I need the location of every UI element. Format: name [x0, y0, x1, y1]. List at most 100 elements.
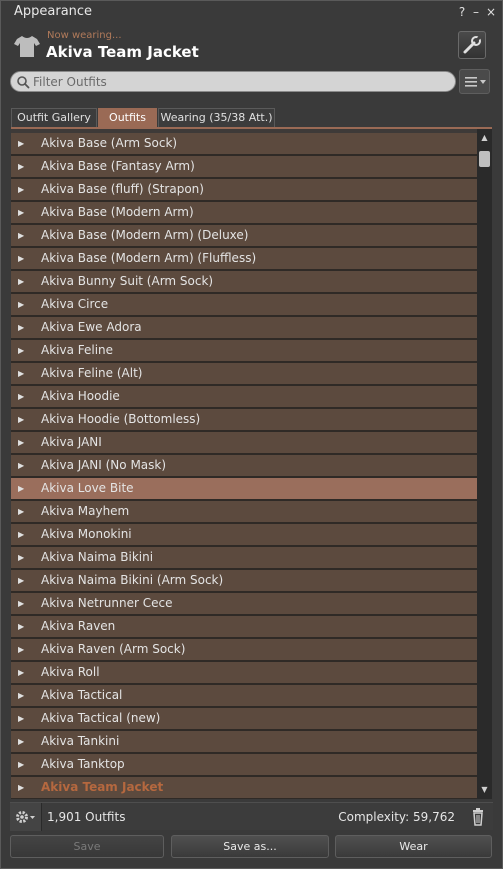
- menu-icon: [465, 77, 486, 87]
- filter-field[interactable]: [10, 71, 456, 92]
- outfit-row[interactable]: ▶ Akiva Feline: [11, 340, 477, 363]
- outfit-row[interactable]: ▶ Akiva Monokini: [11, 524, 477, 547]
- outfit-label: Akiva Naima Bikini (Arm Sock): [41, 573, 224, 587]
- minimize-button[interactable]: –: [469, 4, 483, 20]
- expand-arrow-icon[interactable]: ▶: [18, 754, 24, 775]
- outfit-row[interactable]: ▶ Akiva Base (Modern Arm) (Deluxe): [11, 225, 477, 248]
- outfit-label: Akiva Bunny Suit (Arm Sock): [41, 274, 214, 288]
- expand-arrow-icon[interactable]: ▶: [18, 616, 24, 637]
- outfit-row[interactable]: ▶ Akiva Team Jacket: [11, 777, 477, 799]
- scroll-down-arrow[interactable]: ▼: [477, 785, 492, 797]
- outfit-row[interactable]: ▶ Akiva Naima Bikini: [11, 547, 477, 570]
- outfit-row[interactable]: ▶ Akiva Base (Fantasy Arm): [11, 156, 477, 179]
- outfit-row[interactable]: ▶ Akiva Naima Bikini (Arm Sock): [11, 570, 477, 593]
- outfit-row[interactable]: ▶ Akiva Raven: [11, 616, 477, 639]
- expand-arrow-icon[interactable]: ▶: [18, 524, 24, 545]
- expand-arrow-icon[interactable]: ▶: [18, 708, 24, 729]
- expand-arrow-icon[interactable]: ▶: [18, 432, 24, 453]
- outfit-label: Akiva Base (Modern Arm): [41, 205, 194, 219]
- appearance-window: Appearance ? – × Now wearing... Akiva Te…: [0, 0, 503, 869]
- save-button[interactable]: Save: [10, 835, 164, 858]
- wear-button[interactable]: Wear: [335, 835, 492, 858]
- expand-arrow-icon[interactable]: ▶: [18, 639, 24, 660]
- outfit-row[interactable]: ▶ Akiva Base (Arm Sock): [11, 133, 477, 156]
- expand-arrow-icon[interactable]: ▶: [18, 777, 24, 798]
- tab-outfit-gallery[interactable]: Outfit Gallery: [11, 108, 97, 127]
- expand-arrow-icon[interactable]: ▶: [18, 593, 24, 614]
- expand-arrow-icon[interactable]: ▶: [18, 179, 24, 200]
- outfit-row[interactable]: ▶ Akiva Ewe Adora: [11, 317, 477, 340]
- expand-arrow-icon[interactable]: ▶: [18, 501, 24, 522]
- outfit-label: Akiva Feline (Alt): [41, 366, 143, 380]
- expand-arrow-icon[interactable]: ▶: [18, 662, 24, 683]
- outfit-row[interactable]: ▶ Akiva Tactical: [11, 685, 477, 708]
- filter-input[interactable]: [33, 74, 433, 90]
- outfit-row[interactable]: ▶ Akiva Circe: [11, 294, 477, 317]
- expand-arrow-icon[interactable]: ▶: [18, 409, 24, 430]
- expand-arrow-icon[interactable]: ▶: [18, 317, 24, 338]
- scroll-up-arrow[interactable]: ▲: [477, 133, 492, 145]
- outfit-row[interactable]: ▶ Akiva Hoodie (Bottomless): [11, 409, 477, 432]
- outfit-row[interactable]: ▶ Akiva Tactical (new): [11, 708, 477, 731]
- outfit-label: Akiva Feline: [41, 343, 114, 357]
- outfit-label: Akiva Monokini: [41, 527, 132, 541]
- help-button[interactable]: ?: [455, 4, 469, 20]
- outfit-label: Akiva Roll: [41, 665, 100, 679]
- outfit-row[interactable]: ▶ Akiva Love Bite: [11, 478, 477, 501]
- outfit-row[interactable]: ▶ Akiva Tanktop: [11, 754, 477, 777]
- expand-arrow-icon[interactable]: ▶: [18, 294, 24, 315]
- outfit-label: Akiva Ewe Adora: [41, 320, 142, 334]
- outfit-label: Akiva Netrunner Cece: [41, 596, 173, 610]
- expand-arrow-icon[interactable]: ▶: [18, 340, 24, 361]
- outfit-row[interactable]: ▶ Akiva Roll: [11, 662, 477, 685]
- edit-outfit-button[interactable]: [458, 31, 486, 59]
- outfit-label: Akiva Naima Bikini: [41, 550, 154, 564]
- scrollbar[interactable]: ▲ ▼: [477, 129, 492, 799]
- delete-outfit-button[interactable]: [467, 806, 489, 828]
- outfit-row[interactable]: ▶ Akiva Netrunner Cece: [11, 593, 477, 616]
- expand-arrow-icon[interactable]: ▶: [18, 570, 24, 591]
- outfit-row[interactable]: ▶ Akiva Bunny Suit (Arm Sock): [11, 271, 477, 294]
- expand-arrow-icon[interactable]: ▶: [18, 156, 24, 177]
- outfit-row[interactable]: ▶ Akiva Mayhem: [11, 501, 477, 524]
- outfit-row[interactable]: ▶ Akiva Raven (Arm Sock): [11, 639, 477, 662]
- outfit-row[interactable]: ▶ Akiva Hoodie: [11, 386, 477, 409]
- outfit-row[interactable]: ▶ Akiva Tankini: [11, 731, 477, 754]
- expand-arrow-icon[interactable]: ▶: [18, 248, 24, 269]
- save-as-button[interactable]: Save as...: [171, 835, 329, 858]
- expand-arrow-icon[interactable]: ▶: [18, 225, 24, 246]
- outfit-row[interactable]: ▶ Akiva JANI: [11, 432, 477, 455]
- outfit-label: Akiva Hoodie (Bottomless): [41, 412, 201, 426]
- expand-arrow-icon[interactable]: ▶: [18, 202, 24, 223]
- expand-arrow-icon[interactable]: ▶: [18, 685, 24, 706]
- outfit-label: Akiva JANI: [41, 435, 102, 449]
- outfit-row[interactable]: ▶ Akiva Base (fluff) (Strapon): [11, 179, 477, 202]
- gear-menu-button[interactable]: [10, 803, 42, 831]
- close-button[interactable]: ×: [484, 4, 498, 20]
- expand-arrow-icon[interactable]: ▶: [18, 133, 24, 154]
- expand-arrow-icon[interactable]: ▶: [18, 547, 24, 568]
- current-outfit-header: Now wearing... Akiva Team Jacket: [1, 25, 502, 67]
- trash-icon: [473, 808, 483, 826]
- expand-arrow-icon[interactable]: ▶: [18, 731, 24, 752]
- expand-arrow-icon[interactable]: ▶: [18, 363, 24, 384]
- outfit-label: Akiva Tactical (new): [41, 711, 161, 725]
- expand-arrow-icon[interactable]: ▶: [18, 455, 24, 476]
- title-bar[interactable]: Appearance ? – ×: [1, 1, 502, 25]
- outfit-row[interactable]: ▶ Akiva Base (Modern Arm): [11, 202, 477, 225]
- outfit-label: Akiva Base (fluff) (Strapon): [41, 182, 204, 196]
- expand-arrow-icon[interactable]: ▶: [18, 478, 24, 499]
- scroll-thumb[interactable]: [479, 151, 490, 167]
- outfit-label: Akiva Raven (Arm Sock): [41, 642, 186, 656]
- wrench-icon: [463, 35, 482, 54]
- view-options-button[interactable]: [459, 69, 490, 94]
- tab-outfits[interactable]: Outfits: [98, 108, 157, 127]
- outfit-label: Akiva JANI (No Mask): [41, 458, 167, 472]
- expand-arrow-icon[interactable]: ▶: [18, 271, 24, 292]
- outfit-row[interactable]: ▶ Akiva Feline (Alt): [11, 363, 477, 386]
- outfit-row[interactable]: ▶ Akiva Base (Modern Arm) (Fluffless): [11, 248, 477, 271]
- tab-wearing[interactable]: Wearing (35/38 Att.): [158, 108, 275, 127]
- outfit-label: Akiva Tankini: [41, 734, 120, 748]
- outfit-row[interactable]: ▶ Akiva JANI (No Mask): [11, 455, 477, 478]
- expand-arrow-icon[interactable]: ▶: [18, 386, 24, 407]
